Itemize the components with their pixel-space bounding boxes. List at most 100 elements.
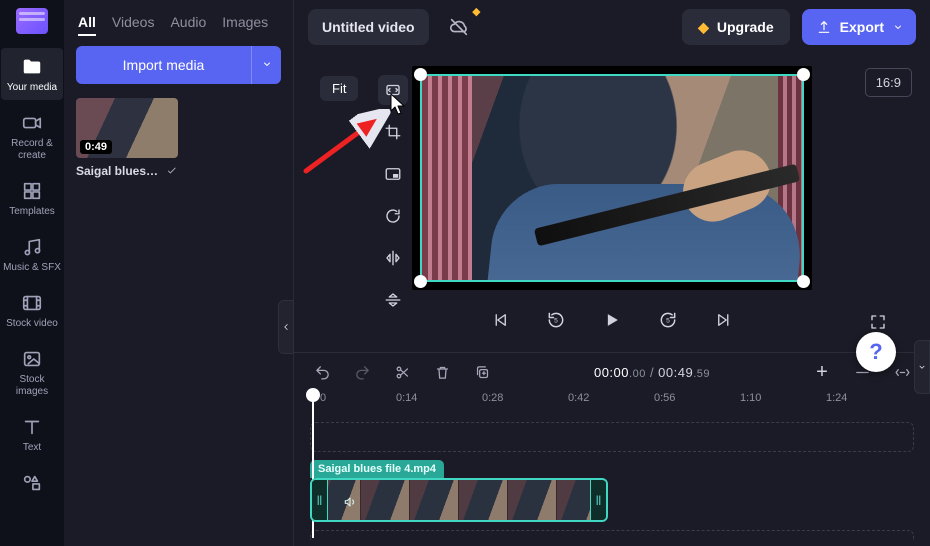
video-content xyxy=(420,74,804,282)
aspect-ratio-button[interactable]: 16:9 xyxy=(865,68,912,97)
rail-music-sfx[interactable]: Music & SFX xyxy=(1,228,63,280)
add-track-button[interactable]: + xyxy=(810,361,834,385)
rail-label: Stock images xyxy=(16,374,48,398)
diamond-icon: ◆ xyxy=(698,19,709,36)
clip-thumbnail: 0:49 xyxy=(76,98,178,158)
upgrade-button[interactable]: ◆ Upgrade xyxy=(682,9,790,45)
check-icon xyxy=(166,165,178,177)
video-preview[interactable] xyxy=(412,66,812,290)
chevron-left-icon xyxy=(281,320,291,334)
rail-templates[interactable]: Templates xyxy=(1,172,63,224)
play-button[interactable] xyxy=(596,304,628,336)
folder-icon xyxy=(21,56,43,78)
rail-label: Record & create xyxy=(11,138,53,162)
upgrade-label: Upgrade xyxy=(717,19,774,35)
rail-label: Your media xyxy=(7,82,57,94)
transport-controls: 5 5 xyxy=(402,304,822,336)
film-icon xyxy=(21,292,43,314)
import-media-button[interactable]: Import media xyxy=(76,46,251,84)
main-area: Untitled video ◆ ◆ Upgrade Export Fit xyxy=(294,0,930,546)
rail-stock-images[interactable]: Stock images xyxy=(1,340,63,404)
undo-button[interactable] xyxy=(310,361,334,385)
pointer-cursor-icon xyxy=(387,92,409,118)
resize-handle-tl[interactable] xyxy=(414,68,427,81)
svg-text:5: 5 xyxy=(666,318,670,325)
media-panel: All Videos Audio Images Import media 0:4… xyxy=(64,0,294,546)
svg-text:5: 5 xyxy=(554,318,558,325)
app-logo-icon xyxy=(16,8,48,34)
timeline-clip[interactable]: || || xyxy=(310,478,608,522)
redo-button[interactable] xyxy=(350,361,374,385)
empty-track[interactable] xyxy=(310,530,914,540)
upload-icon xyxy=(816,19,832,35)
flip-vertical-icon xyxy=(384,291,402,309)
ruler-mark: 0:56 xyxy=(654,392,740,418)
rail-stock-video[interactable]: Stock video xyxy=(1,284,63,336)
image-icon xyxy=(21,348,43,370)
timeline-toolbar: 00:00.00 / 00:49.59 + xyxy=(294,353,930,392)
chevron-down-icon xyxy=(917,360,927,374)
resize-handle-br[interactable] xyxy=(797,275,810,288)
rail-more[interactable] xyxy=(1,464,63,504)
forward-5s-button[interactable]: 5 xyxy=(652,304,684,336)
next-frame-button[interactable] xyxy=(708,304,740,336)
rail-label: Stock video xyxy=(6,318,58,330)
timeline: 00:00.00 / 00:49.59 + 0 0:14 0:28 0:42 0… xyxy=(294,352,930,546)
rail-record-create[interactable]: Record & create xyxy=(1,104,63,168)
tab-videos[interactable]: Videos xyxy=(112,14,155,36)
rail-text[interactable]: Text xyxy=(1,408,63,460)
templates-icon xyxy=(21,180,43,202)
time-current: 00:00 xyxy=(594,365,629,380)
tool-rail: Your media Record & create Templates Mus… xyxy=(0,0,64,546)
sidepanel-collapse-button[interactable] xyxy=(914,340,930,394)
fit-tooltip: Fit xyxy=(320,76,358,101)
time-ruler[interactable]: 0 0:14 0:28 0:42 0:56 1:10 1:24 xyxy=(294,392,930,418)
time-total: 00:49 xyxy=(658,365,693,380)
chevron-down-icon xyxy=(892,21,904,33)
rail-your-media[interactable]: Your media xyxy=(1,48,63,100)
flip-h-tool-button[interactable] xyxy=(378,243,408,273)
rail-label: Text xyxy=(23,442,41,454)
clip-trim-left[interactable]: || xyxy=(312,480,328,520)
ruler-mark: 1:10 xyxy=(740,392,826,418)
timecode-display: 00:00.00 / 00:49.59 xyxy=(510,365,794,380)
ruler-mark: 0:14 xyxy=(396,392,482,418)
shapes-icon xyxy=(21,472,43,494)
premium-badge-icon: ◆ xyxy=(472,5,480,18)
timeline-clip-label: Saigal blues file 4.mp4 xyxy=(310,460,444,478)
project-title[interactable]: Untitled video xyxy=(308,9,429,45)
fit-timeline-button[interactable] xyxy=(890,361,914,385)
help-button[interactable]: ? xyxy=(856,332,896,372)
audio-icon xyxy=(342,494,358,510)
split-button[interactable] xyxy=(390,361,414,385)
flip-v-tool-button[interactable] xyxy=(378,285,408,315)
export-label: Export xyxy=(840,19,884,35)
chevron-down-icon xyxy=(261,58,273,70)
ruler-mark: 1:24 xyxy=(826,392,912,418)
delete-button[interactable] xyxy=(430,361,454,385)
export-button[interactable]: Export xyxy=(802,9,916,45)
empty-track[interactable] xyxy=(310,422,914,452)
clip-trim-right[interactable]: || xyxy=(590,480,606,520)
ruler-mark: 0:28 xyxy=(482,392,568,418)
media-clip[interactable]: 0:49 Saigal blues f... xyxy=(76,98,178,178)
duplicate-button[interactable] xyxy=(470,361,494,385)
cloud-sync-button[interactable]: ◆ xyxy=(441,9,477,45)
rotate-tool-button[interactable] xyxy=(378,201,408,231)
flip-horizontal-icon xyxy=(384,249,402,267)
import-dropdown-button[interactable] xyxy=(251,46,281,84)
rail-label: Music & SFX xyxy=(3,262,61,274)
tab-images[interactable]: Images xyxy=(222,14,268,36)
topbar: Untitled video ◆ ◆ Upgrade Export xyxy=(294,0,930,54)
prev-frame-button[interactable] xyxy=(484,304,516,336)
resize-handle-tr[interactable] xyxy=(797,68,810,81)
annotation-arrow-icon xyxy=(300,109,396,179)
text-icon xyxy=(21,416,43,438)
panel-collapse-button[interactable] xyxy=(278,300,294,354)
tab-all[interactable]: All xyxy=(78,14,96,36)
resize-handle-bl[interactable] xyxy=(414,275,427,288)
rewind-5s-button[interactable]: 5 xyxy=(540,304,572,336)
tab-audio[interactable]: Audio xyxy=(170,14,206,36)
camera-icon xyxy=(21,112,43,134)
clip-name: Saigal blues f... xyxy=(76,164,160,178)
